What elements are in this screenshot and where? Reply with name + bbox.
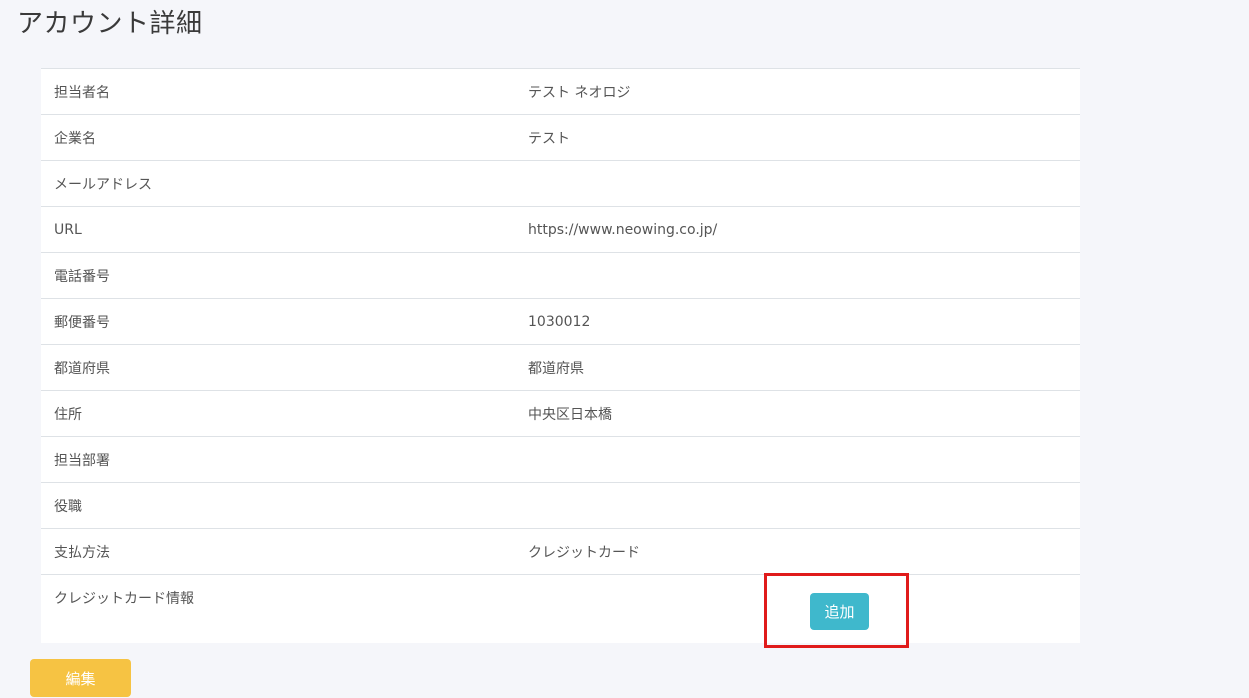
table-row: 担当者名 テスト ネオロジ <box>41 68 1080 115</box>
table-row: メールアドレス <box>41 160 1080 207</box>
field-value <box>515 482 1080 529</box>
field-label: 企業名 <box>41 114 515 161</box>
field-label: 電話番号 <box>41 252 515 299</box>
add-card-button[interactable]: 追加 <box>810 593 869 630</box>
field-value: クレジットカード <box>515 528 1080 575</box>
field-value <box>515 574 1080 650</box>
table-row: 支払方法 クレジットカード <box>41 528 1080 575</box>
table-row: URL https://www.neowing.co.jp/ <box>41 206 1080 253</box>
account-detail-card: 担当者名 テスト ネオロジ 企業名 テスト メールアドレス URL https:… <box>41 68 1080 650</box>
field-label: メールアドレス <box>41 160 515 207</box>
field-value <box>515 252 1080 299</box>
table-row: 担当部署 <box>41 436 1080 483</box>
field-value: 1030012 <box>515 298 1080 345</box>
table-row: 住所 中央区日本橋 <box>41 390 1080 437</box>
field-value: テスト <box>515 114 1080 161</box>
field-value: テスト ネオロジ <box>515 68 1080 115</box>
account-detail-table: 担当者名 テスト ネオロジ 企業名 テスト メールアドレス URL https:… <box>41 68 1080 650</box>
field-label: 役職 <box>41 482 515 529</box>
table-row: クレジットカード情報 <box>41 574 1080 650</box>
field-label: 都道府県 <box>41 344 515 391</box>
table-row: 都道府県 都道府県 <box>41 344 1080 391</box>
table-row: 郵便番号 1030012 <box>41 298 1080 345</box>
table-row: 役職 <box>41 482 1080 529</box>
table-row: 企業名 テスト <box>41 114 1080 161</box>
field-value: 中央区日本橋 <box>515 390 1080 437</box>
field-label: 担当部署 <box>41 436 515 483</box>
field-label: 支払方法 <box>41 528 515 575</box>
edit-button[interactable]: 編集 <box>30 659 131 697</box>
page-title: アカウント詳細 <box>17 9 203 39</box>
field-label: 担当者名 <box>41 68 515 115</box>
field-value <box>515 436 1080 483</box>
field-label: URL <box>41 206 515 253</box>
field-value: https://www.neowing.co.jp/ <box>515 206 1080 253</box>
table-row: 電話番号 <box>41 252 1080 299</box>
field-label: 郵便番号 <box>41 298 515 345</box>
field-label: クレジットカード情報 <box>41 574 515 650</box>
field-value <box>515 160 1080 207</box>
field-value: 都道府県 <box>515 344 1080 391</box>
field-label: 住所 <box>41 390 515 437</box>
